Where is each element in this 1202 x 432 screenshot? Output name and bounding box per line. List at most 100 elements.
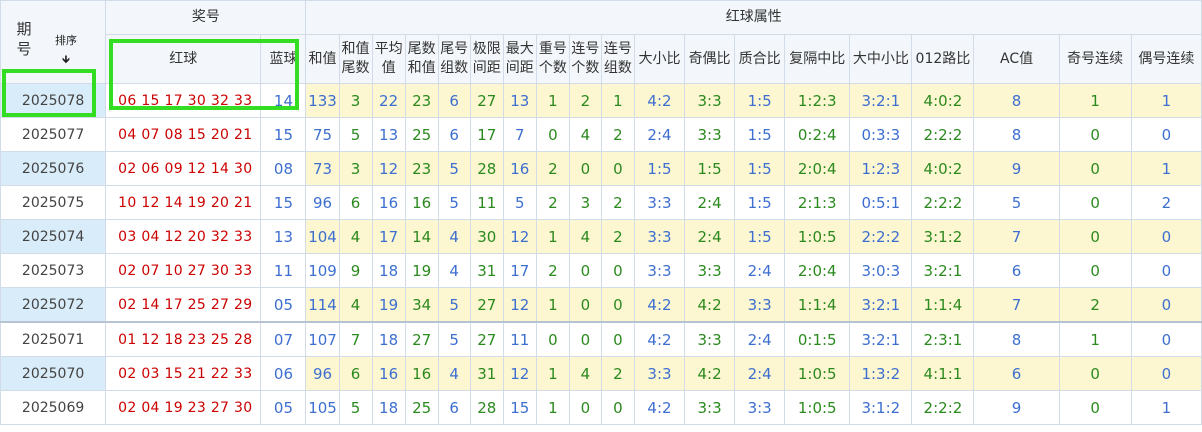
attr-cell: 0: [600, 390, 635, 425]
attr-cell: 16: [502, 151, 537, 186]
attr-cell: 3:3: [684, 83, 736, 118]
attr-cell: 13: [502, 83, 537, 118]
attr-cell: 2: [600, 356, 635, 391]
attr-cell: 4:0:2: [911, 83, 975, 118]
red-balls-cell: 10 12 14 19 20 21: [105, 185, 262, 220]
issue-header-label: 期号: [16, 20, 32, 58]
table-row[interactable]: 2025075 10 12 14 19 20 21 15 96 6 16 16 5 11 5 2 3 2…: [0, 185, 1202, 220]
table-row[interactable]: 2025071 01 12 18 23 25 28 07 107 7 18 27 5 27 11 0…: [0, 321, 1202, 357]
attr-column-header: 极限间距: [469, 34, 504, 84]
table-row[interactable]: 2025074 03 04 12 20 32 33 13 104 4 17 14 4 30 12 1…: [0, 219, 1202, 254]
attr-cell: 7: [973, 219, 1060, 254]
red-balls-cell: 03 04 12 20 32 33: [105, 219, 262, 254]
table-row[interactable]: 2025072 02 14 17 25 27 29 05 114 4 19 34 5 27 12 1…: [0, 287, 1202, 323]
red-balls-cell: 06 15 17 30 32 33: [105, 83, 262, 118]
issue-number-cell: 2025074: [0, 219, 107, 254]
attr-cell: 5: [973, 185, 1060, 220]
attr-cell: 8: [973, 83, 1060, 118]
attr-cell: 96: [305, 356, 340, 391]
attr-cell: 12: [502, 356, 537, 391]
attr-cell: 0: [535, 117, 570, 152]
attr-column-header: 大中小比: [849, 34, 913, 84]
attr-cell: 34: [404, 287, 439, 323]
attr-cell: 25: [404, 390, 439, 425]
attr-cell: 1: [1130, 83, 1202, 118]
attr-cell: 1:2:3: [784, 83, 851, 118]
attr-cell: 1:5: [734, 185, 786, 220]
attr-cell: 31: [469, 356, 504, 391]
attr-cell: 8: [973, 117, 1060, 152]
attr-cell: 1: [600, 83, 635, 118]
attr-cell: 3: [338, 83, 373, 118]
attr-cell: 0: [1130, 253, 1202, 288]
attr-cell: 27: [404, 321, 439, 357]
blue-ball-cell: 06: [260, 356, 307, 391]
attr-cell: 19: [371, 287, 406, 323]
attr-cell: 12: [371, 151, 406, 186]
attr-cell: 16: [404, 356, 439, 391]
attr-cell: 1: [535, 390, 570, 425]
issue-number-cell: 2025077: [0, 117, 107, 152]
attr-cell: 2: [600, 117, 635, 152]
attr-cell: 3:3: [734, 390, 786, 425]
attr-cell: 23: [404, 83, 439, 118]
attr-cell: 17: [469, 117, 504, 152]
attr-cell: 2: [600, 185, 635, 220]
attr-cell: 4: [338, 287, 373, 323]
attr-column-header: 复隔中比: [784, 34, 851, 84]
attr-cell: 104: [305, 219, 340, 254]
attr-cell: 3:3: [734, 287, 786, 323]
table-row[interactable]: 2025069 02 04 19 23 27 30 05 105 5 18 25 6 28 15 1…: [0, 390, 1202, 425]
attr-cell: 17: [502, 253, 537, 288]
attr-cell: 6: [437, 117, 471, 152]
attr-cell: 0: [1058, 253, 1132, 288]
attr-cell: 3:0:3: [849, 253, 913, 288]
attr-cell: 3:1:2: [849, 390, 913, 425]
attr-column-header: 奇偶比: [684, 34, 736, 84]
attr-cell: 12: [502, 219, 537, 254]
sort-down-icon[interactable]: 🡻: [62, 54, 70, 66]
attr-cell: 2: [1130, 185, 1202, 220]
table-row[interactable]: 2025073 02 07 10 27 30 33 11 109 9 18 19 4 31 17 2…: [0, 253, 1202, 288]
attr-cell: 11: [469, 185, 504, 220]
attr-cell: 7: [973, 287, 1060, 323]
attr-cell: 73: [305, 151, 340, 186]
attr-column-header: 重号个数: [535, 34, 570, 84]
attr-cell: 0: [1058, 185, 1132, 220]
attr-cell: 0: [600, 151, 635, 186]
attr-cell: 4:2: [633, 390, 686, 425]
table-row[interactable]: 2025076 02 06 09 12 14 30 08 73 3 12 23 5 28 16 2 0…: [0, 151, 1202, 186]
attr-cell: 4: [437, 219, 471, 254]
attr-cell: 0: [600, 287, 635, 323]
sort-control[interactable]: 排序 🡻: [55, 31, 77, 69]
attr-cell: 133: [305, 83, 340, 118]
attr-cell: 3:3: [684, 117, 736, 152]
attr-cell: 2: [568, 83, 602, 118]
attr-cell: 1: [535, 83, 570, 118]
table-row[interactable]: 2025070 02 03 15 21 22 33 06 96 6 16 16 4 31 12 1 4…: [0, 356, 1202, 391]
sort-label[interactable]: 排序: [55, 35, 77, 47]
attr-cell: 75: [305, 117, 340, 152]
issue-number-cell: 2025075: [0, 185, 107, 220]
attr-cell: 3:3: [633, 185, 686, 220]
attr-cell: 3:1:2: [911, 219, 975, 254]
table-row[interactable]: 2025078 06 15 17 30 32 33 14 133 3 22 23 6 27 13 1…: [0, 83, 1202, 118]
blue-ball-cell: 11: [260, 253, 307, 288]
attr-cell: 1:5: [734, 83, 786, 118]
attr-cell: 1:5: [684, 151, 736, 186]
attr-cell: 0: [568, 390, 602, 425]
attr-cell: 7: [502, 117, 537, 152]
attr-cell: 0: [568, 321, 602, 357]
attr-cell: 0: [600, 253, 635, 288]
attr-column-header: 偶号连续: [1130, 34, 1202, 84]
attr-cell: 1: [1130, 151, 1202, 186]
attr-cell: 1: [1058, 83, 1132, 118]
red-ball-attributes-group-header: 红球属性: [305, 0, 1202, 35]
table-row[interactable]: 2025077 04 07 08 15 20 21 15 75 5 13 25 6 17 7 0 4 2…: [0, 117, 1202, 152]
attr-cell: 0:3:3: [849, 117, 913, 152]
attr-cell: 3:3: [633, 253, 686, 288]
attr-column-header: 012路比: [911, 34, 975, 84]
attr-cell: 14: [404, 219, 439, 254]
attr-cell: 3:3: [684, 321, 736, 357]
attr-column-header: 奇号连续: [1058, 34, 1132, 84]
